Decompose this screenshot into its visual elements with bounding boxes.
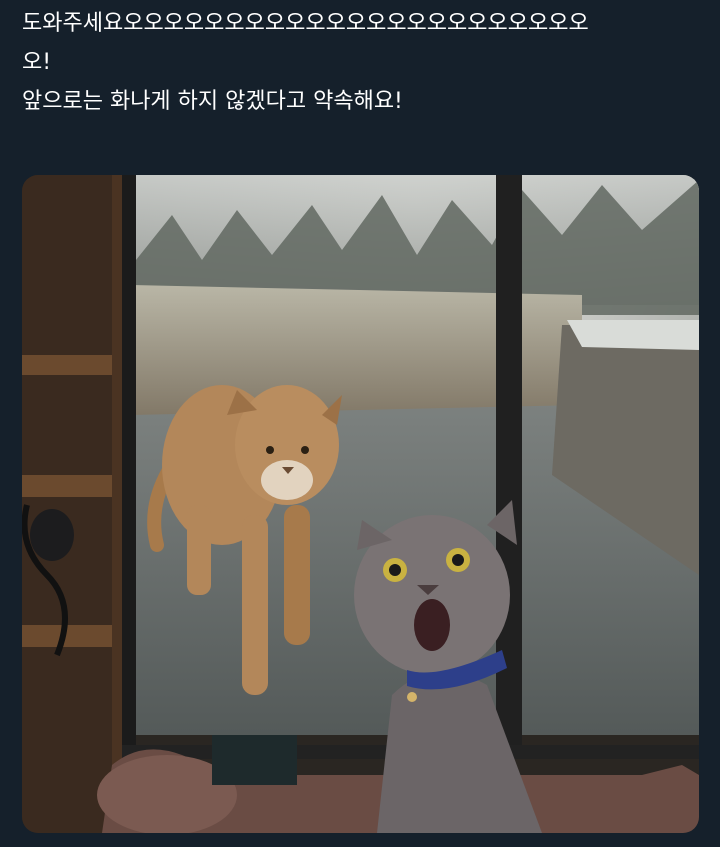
tweet-text-line: 앞으로는 화나게 하지 않겠다고 약속해요! [22,89,403,114]
tweet-text-line: 오! [22,50,52,75]
tweet-text-line: 도와주세요오오오오오오오오오오오오오오오오오오오오오오오 [22,11,589,36]
picture-frame [212,735,297,785]
tweet-photo[interactable] [22,175,699,833]
photo-illustration [22,175,699,833]
phone-receiver [30,509,74,561]
tweet-text: 도와주세요오오오오오오오오오오오오오오오오오오오오오오오 오! 앞으로는 화나게… [22,4,702,121]
door-frame [122,175,136,755]
